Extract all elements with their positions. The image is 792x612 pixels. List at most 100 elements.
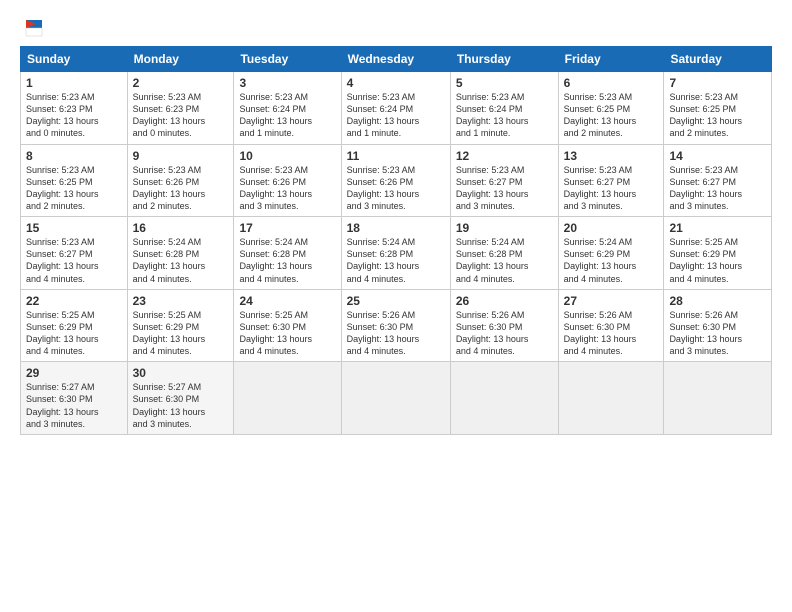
- day-number: 8: [26, 149, 122, 163]
- calendar-cell: 1Sunrise: 5:23 AMSunset: 6:23 PMDaylight…: [21, 72, 128, 145]
- cell-line: Daylight: 13 hours: [239, 115, 335, 127]
- week-row-3: 15Sunrise: 5:23 AMSunset: 6:27 PMDayligh…: [21, 217, 772, 290]
- calendar-cell: 22Sunrise: 5:25 AMSunset: 6:29 PMDayligh…: [21, 289, 128, 362]
- cell-line: and 4 minutes.: [26, 273, 122, 285]
- cell-line: Daylight: 13 hours: [133, 333, 229, 345]
- cell-line: Daylight: 13 hours: [669, 333, 766, 345]
- cell-line: Sunset: 6:28 PM: [456, 248, 553, 260]
- cell-content: Sunrise: 5:24 AMSunset: 6:28 PMDaylight:…: [456, 236, 553, 285]
- calendar-cell: [234, 362, 341, 435]
- calendar-cell: 11Sunrise: 5:23 AMSunset: 6:26 PMDayligh…: [341, 144, 450, 217]
- cell-line: Sunset: 6:25 PM: [669, 103, 766, 115]
- cell-line: Sunset: 6:28 PM: [239, 248, 335, 260]
- cell-content: Sunrise: 5:23 AMSunset: 6:24 PMDaylight:…: [347, 91, 445, 140]
- cell-line: and 3 minutes.: [133, 418, 229, 430]
- cell-line: Sunset: 6:26 PM: [239, 176, 335, 188]
- cell-line: Sunrise: 5:23 AM: [564, 164, 659, 176]
- cell-line: Sunset: 6:29 PM: [564, 248, 659, 260]
- cell-line: Sunrise: 5:23 AM: [26, 236, 122, 248]
- calendar-cell: 12Sunrise: 5:23 AMSunset: 6:27 PMDayligh…: [450, 144, 558, 217]
- cell-line: and 4 minutes.: [347, 345, 445, 357]
- cell-line: Daylight: 13 hours: [133, 260, 229, 272]
- calendar-header-thursday: Thursday: [450, 47, 558, 72]
- cell-line: Sunset: 6:29 PM: [26, 321, 122, 333]
- cell-line: and 4 minutes.: [456, 345, 553, 357]
- cell-line: Sunset: 6:27 PM: [564, 176, 659, 188]
- cell-content: Sunrise: 5:25 AMSunset: 6:30 PMDaylight:…: [239, 309, 335, 358]
- cell-line: Daylight: 13 hours: [456, 333, 553, 345]
- day-number: 11: [347, 149, 445, 163]
- cell-line: and 2 minutes.: [133, 200, 229, 212]
- calendar-cell: 20Sunrise: 5:24 AMSunset: 6:29 PMDayligh…: [558, 217, 664, 290]
- cell-line: and 4 minutes.: [133, 273, 229, 285]
- logo: [20, 16, 46, 40]
- day-number: 16: [133, 221, 229, 235]
- cell-line: Daylight: 13 hours: [456, 115, 553, 127]
- calendar-header-monday: Monday: [127, 47, 234, 72]
- cell-line: Daylight: 13 hours: [239, 260, 335, 272]
- cell-line: and 1 minute.: [347, 127, 445, 139]
- week-row-1: 1Sunrise: 5:23 AMSunset: 6:23 PMDaylight…: [21, 72, 772, 145]
- cell-line: and 4 minutes.: [564, 273, 659, 285]
- calendar-cell: 28Sunrise: 5:26 AMSunset: 6:30 PMDayligh…: [664, 289, 772, 362]
- cell-line: Sunset: 6:26 PM: [133, 176, 229, 188]
- cell-line: Sunrise: 5:23 AM: [239, 164, 335, 176]
- cell-content: Sunrise: 5:26 AMSunset: 6:30 PMDaylight:…: [347, 309, 445, 358]
- day-number: 13: [564, 149, 659, 163]
- cell-line: and 4 minutes.: [133, 345, 229, 357]
- calendar-cell: 13Sunrise: 5:23 AMSunset: 6:27 PMDayligh…: [558, 144, 664, 217]
- day-number: 17: [239, 221, 335, 235]
- calendar-cell: 4Sunrise: 5:23 AMSunset: 6:24 PMDaylight…: [341, 72, 450, 145]
- cell-line: and 1 minute.: [239, 127, 335, 139]
- cell-line: Daylight: 13 hours: [347, 188, 445, 200]
- cell-line: Sunset: 6:30 PM: [26, 393, 122, 405]
- cell-line: Daylight: 13 hours: [239, 333, 335, 345]
- cell-line: and 4 minutes.: [239, 345, 335, 357]
- cell-line: Daylight: 13 hours: [239, 188, 335, 200]
- cell-line: Daylight: 13 hours: [564, 115, 659, 127]
- cell-content: Sunrise: 5:23 AMSunset: 6:23 PMDaylight:…: [26, 91, 122, 140]
- calendar-cell: 18Sunrise: 5:24 AMSunset: 6:28 PMDayligh…: [341, 217, 450, 290]
- day-number: 2: [133, 76, 229, 90]
- day-number: 23: [133, 294, 229, 308]
- cell-content: Sunrise: 5:23 AMSunset: 6:23 PMDaylight:…: [133, 91, 229, 140]
- cell-line: Sunset: 6:30 PM: [133, 393, 229, 405]
- cell-line: Sunset: 6:26 PM: [347, 176, 445, 188]
- cell-line: Daylight: 13 hours: [669, 188, 766, 200]
- day-number: 10: [239, 149, 335, 163]
- cell-content: Sunrise: 5:23 AMSunset: 6:25 PMDaylight:…: [669, 91, 766, 140]
- cell-line: and 3 minutes.: [347, 200, 445, 212]
- cell-line: Sunrise: 5:25 AM: [133, 309, 229, 321]
- cell-line: Sunrise: 5:26 AM: [347, 309, 445, 321]
- cell-content: Sunrise: 5:25 AMSunset: 6:29 PMDaylight:…: [669, 236, 766, 285]
- cell-line: Sunset: 6:25 PM: [26, 176, 122, 188]
- cell-content: Sunrise: 5:23 AMSunset: 6:27 PMDaylight:…: [456, 164, 553, 213]
- calendar-cell: 26Sunrise: 5:26 AMSunset: 6:30 PMDayligh…: [450, 289, 558, 362]
- cell-line: Sunrise: 5:23 AM: [133, 91, 229, 103]
- cell-line: Daylight: 13 hours: [564, 333, 659, 345]
- calendar-header-tuesday: Tuesday: [234, 47, 341, 72]
- cell-line: and 4 minutes.: [456, 273, 553, 285]
- cell-line: Sunrise: 5:24 AM: [564, 236, 659, 248]
- cell-line: Sunset: 6:24 PM: [347, 103, 445, 115]
- cell-line: Sunset: 6:23 PM: [26, 103, 122, 115]
- cell-line: Sunset: 6:29 PM: [133, 321, 229, 333]
- logo-flag-icon: [22, 16, 46, 40]
- cell-content: Sunrise: 5:23 AMSunset: 6:27 PMDaylight:…: [669, 164, 766, 213]
- day-number: 3: [239, 76, 335, 90]
- cell-content: Sunrise: 5:24 AMSunset: 6:28 PMDaylight:…: [239, 236, 335, 285]
- cell-line: Sunrise: 5:23 AM: [26, 91, 122, 103]
- calendar-cell: 8Sunrise: 5:23 AMSunset: 6:25 PMDaylight…: [21, 144, 128, 217]
- cell-line: Sunrise: 5:26 AM: [564, 309, 659, 321]
- cell-line: and 3 minutes.: [26, 418, 122, 430]
- cell-line: and 3 minutes.: [239, 200, 335, 212]
- cell-line: Sunset: 6:25 PM: [564, 103, 659, 115]
- cell-line: and 0 minutes.: [26, 127, 122, 139]
- cell-line: and 4 minutes.: [239, 273, 335, 285]
- cell-line: Daylight: 13 hours: [26, 188, 122, 200]
- cell-content: Sunrise: 5:25 AMSunset: 6:29 PMDaylight:…: [133, 309, 229, 358]
- day-number: 24: [239, 294, 335, 308]
- cell-line: Daylight: 13 hours: [26, 260, 122, 272]
- cell-content: Sunrise: 5:26 AMSunset: 6:30 PMDaylight:…: [564, 309, 659, 358]
- day-number: 27: [564, 294, 659, 308]
